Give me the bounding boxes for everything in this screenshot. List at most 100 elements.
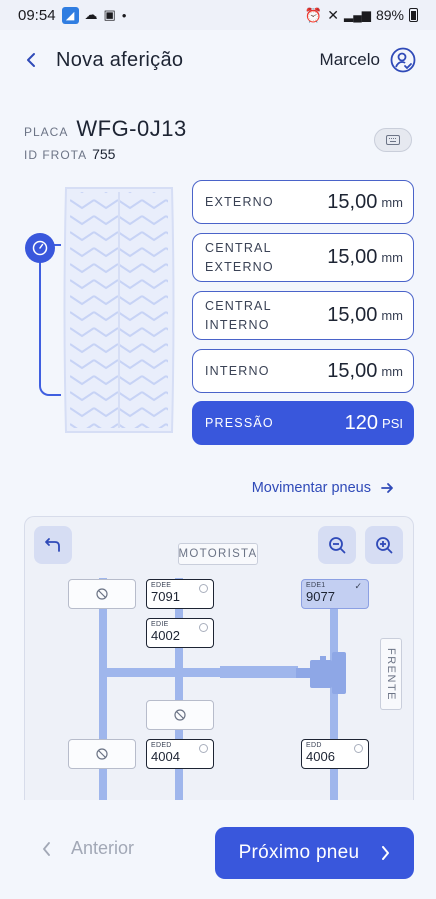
battery-icon	[409, 8, 418, 22]
measure-unit: mm	[381, 250, 403, 265]
pressure-label: PRESSÃO	[205, 415, 274, 430]
mute-icon: ✕	[327, 6, 339, 23]
measure-label-line1: INTERNO	[205, 363, 270, 378]
pressure-value: 120	[344, 411, 379, 434]
driver-label: MOTORISTA	[178, 543, 258, 565]
engine-front	[332, 652, 346, 694]
empty-tire-slot[interactable]	[68, 579, 136, 609]
tire-slot-edie[interactable]: EDIE 4002	[146, 618, 214, 648]
blocked-icon	[96, 588, 108, 600]
measure-interno[interactable]: INTERNO 15,00 mm	[192, 349, 414, 393]
drive-shaft	[103, 668, 223, 677]
measure-label-line2: INTERNO	[205, 317, 270, 332]
plate-label: PLACA	[24, 125, 69, 139]
previous-label: Anterior	[71, 838, 135, 858]
check-icon: ✓	[354, 581, 362, 591]
chevron-right-icon	[382, 846, 390, 860]
fleet-value: 755	[92, 146, 116, 162]
status-bar: 09:54 ◢ ☁ ▣ • ⏰ ✕ ▂▄▆ 89%	[0, 0, 436, 30]
chevron-left-icon	[27, 53, 35, 67]
signal-icon: ▂▄▆	[344, 8, 371, 22]
move-tires-link[interactable]: Movimentar pneus	[252, 480, 394, 496]
tire-bracket-line	[39, 244, 61, 396]
measure-label: CENTRAL EXTERNO	[205, 239, 274, 277]
status-time: 09:54	[18, 6, 56, 24]
tire-slot-eded[interactable]: EDED 4004	[146, 739, 214, 769]
tire-number: 9077	[306, 589, 335, 604]
measure-value: 15,00	[327, 304, 378, 326]
gauge-icon	[32, 240, 48, 256]
measure-unit: mm	[381, 194, 403, 210]
measure-label: INTERNO	[205, 362, 270, 381]
transmission	[220, 666, 298, 678]
keyboard-icon	[386, 135, 400, 145]
back-button[interactable]	[20, 49, 42, 71]
dot-icon: •	[121, 7, 127, 23]
measure-label: EXTERNO	[205, 193, 274, 212]
tire-slot-ede1-selected[interactable]: EDE1 9077 ✓	[301, 579, 369, 609]
empty-tire-slot[interactable]	[146, 700, 214, 730]
measure-unit: mm	[381, 308, 403, 323]
tire-slot-edd[interactable]: EDD 4006	[301, 739, 369, 769]
front-label: FRENTE	[380, 638, 402, 710]
zoom-in-button[interactable]	[365, 526, 403, 564]
radio-circle-icon	[354, 744, 363, 753]
measure-value: 15,00	[327, 359, 378, 382]
measure-pressure[interactable]: PRESSÃO 120 PSI	[192, 401, 414, 445]
measure-central-externo[interactable]: CENTRAL EXTERNO 15,00 mm	[192, 233, 414, 282]
blocked-icon	[174, 709, 186, 721]
status-left: 09:54 ◢ ☁ ▣ •	[18, 6, 127, 24]
radio-circle-icon	[199, 744, 208, 753]
tire-slot-edee[interactable]: EDEE 7091	[146, 579, 214, 609]
measure-value: 15,00	[327, 190, 378, 213]
previous-button[interactable]: Anterior	[42, 838, 134, 859]
measure-label-line1: CENTRAL	[205, 298, 272, 313]
fleet-label: ID FROTA	[24, 148, 88, 162]
zoom-out-icon	[329, 537, 346, 554]
undo-arrow-icon	[45, 538, 60, 552]
measure-label: CENTRAL INTERNO	[205, 297, 272, 335]
front-label-text: FRENTE	[385, 647, 397, 701]
tire-illustration	[22, 180, 192, 440]
user-check-icon	[390, 47, 416, 73]
plate-row: PLACA WFG-0J13	[24, 116, 187, 142]
status-right: ⏰ ✕ ▂▄▆ 89%	[305, 7, 418, 24]
engine-block	[310, 660, 332, 688]
empty-tire-slot[interactable]	[68, 739, 136, 769]
user-menu[interactable]: Marcelo	[320, 47, 416, 73]
measure-label-line2: EXTERNO	[205, 259, 274, 274]
pressure-unit: PSI	[382, 415, 403, 431]
measure-label-line1: CENTRAL	[205, 240, 272, 255]
next-label: Próximo pneu	[238, 842, 360, 863]
radio-circle-icon	[199, 584, 208, 593]
app-notification-icon: ◢	[61, 6, 79, 24]
next-tire-button[interactable]: Próximo pneu	[215, 827, 414, 879]
measure-externo[interactable]: EXTERNO 15,00 mm	[192, 180, 414, 224]
move-tires-label: Movimentar pneus	[251, 480, 371, 496]
page-title: Nova aferição	[56, 48, 184, 71]
user-name: Marcelo	[319, 50, 380, 69]
transmission-joint	[296, 668, 310, 678]
engine-mount	[320, 656, 326, 662]
zoom-in-icon	[376, 537, 393, 554]
plate-value: WFG-0J13	[76, 116, 187, 141]
undo-button[interactable]	[34, 526, 72, 564]
axle-front	[330, 600, 338, 800]
chevron-left-icon	[43, 841, 50, 856]
keyboard-toggle-button[interactable]	[374, 128, 412, 152]
radio-circle-icon	[199, 623, 208, 632]
measure-central-interno[interactable]: CENTRAL INTERNO 15,00 mm	[192, 291, 414, 340]
fleet-row: ID FROTA 755	[24, 146, 115, 162]
blocked-icon	[96, 748, 108, 760]
app-header: Nova aferição Marcelo	[0, 30, 436, 90]
battery-percent: 89%	[375, 7, 404, 23]
gallery-icon: ▣	[103, 7, 116, 22]
cloud-icon: ☁	[84, 7, 98, 22]
alarm-icon: ⏰	[304, 6, 323, 23]
measure-unit: mm	[381, 363, 403, 379]
zoom-out-button[interactable]	[318, 526, 356, 564]
gauge-button[interactable]	[25, 233, 55, 263]
arrow-right-icon	[381, 483, 393, 493]
measure-value: 15,00	[327, 246, 378, 268]
measure-label-line1: EXTERNO	[205, 194, 274, 209]
